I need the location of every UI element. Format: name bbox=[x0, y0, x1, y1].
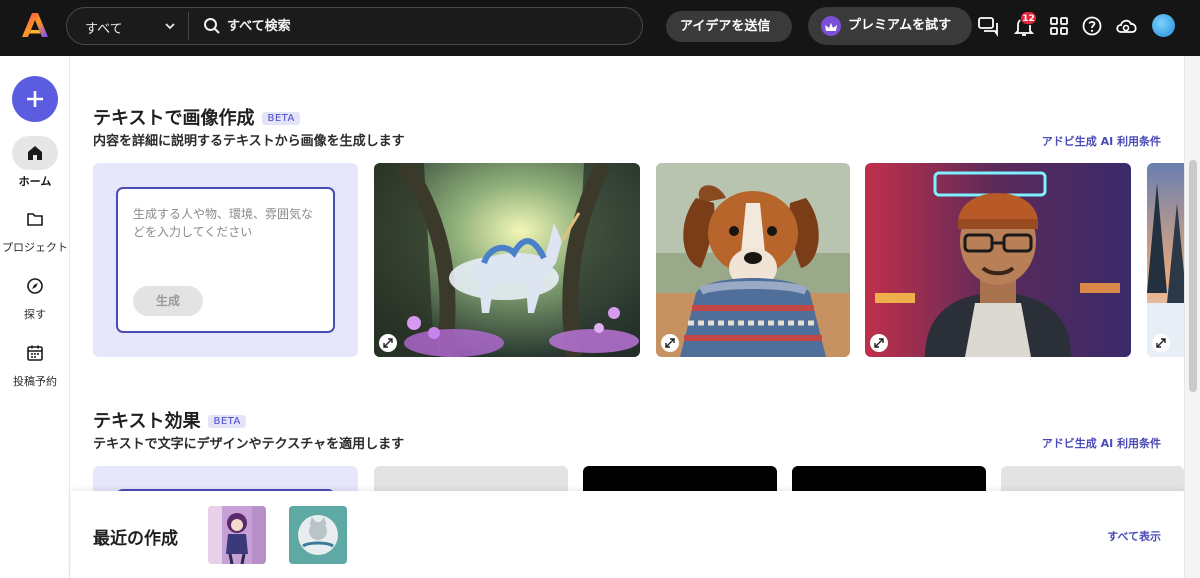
left-sidebar: ホーム プロジェクト 探す 投稿予約 bbox=[0, 56, 70, 578]
text-to-image-title: テキストで画像作成 BETA bbox=[93, 104, 300, 130]
prompt-box: 生成 bbox=[116, 187, 335, 333]
recent-title: 最近の作成 bbox=[93, 529, 178, 549]
sidebar-item-label: プロジェクト bbox=[2, 241, 68, 254]
sidebar-item-label: 探す bbox=[24, 308, 46, 321]
search-bar: すべて bbox=[66, 7, 643, 45]
dog-in-sweater-image bbox=[656, 163, 850, 357]
prompt-input[interactable] bbox=[133, 205, 323, 265]
search-input[interactable] bbox=[227, 13, 627, 39]
sample-image-unicorn[interactable] bbox=[374, 163, 640, 357]
create-new-button[interactable] bbox=[12, 76, 58, 122]
crown-icon bbox=[821, 16, 841, 36]
section-title: テキスト効果 bbox=[93, 411, 201, 432]
chevron-down-icon[interactable] bbox=[163, 19, 177, 33]
premium-label: プレミアムを試す bbox=[848, 18, 952, 33]
adobe-express-logo[interactable] bbox=[22, 12, 48, 38]
sidebar-item-discover[interactable]: 探す bbox=[0, 269, 70, 322]
recent-item[interactable] bbox=[208, 506, 266, 564]
search-divider bbox=[188, 12, 189, 40]
search-scope-select[interactable]: すべて bbox=[85, 18, 123, 37]
section-title: テキストで画像作成 bbox=[93, 108, 255, 129]
sidebar-item-label: ホーム bbox=[18, 175, 52, 188]
gen-ai-terms-link[interactable]: アドビ生成 AI 利用条件 bbox=[1042, 435, 1161, 451]
prompt-card: 生成 bbox=[93, 163, 358, 357]
anime-girl-thumbnail bbox=[208, 506, 266, 564]
sidebar-item-label: 投稿予約 bbox=[13, 375, 57, 388]
calendar-icon bbox=[12, 336, 58, 370]
expand-icon[interactable] bbox=[379, 334, 397, 352]
notification-badge: 12 bbox=[1020, 11, 1037, 25]
beta-badge: BETA bbox=[262, 112, 300, 125]
creative-cloud-icon[interactable] bbox=[1114, 15, 1140, 37]
sidebar-item-home[interactable]: ホーム bbox=[0, 136, 70, 189]
cat-sticker-thumbnail bbox=[289, 506, 347, 564]
generate-button[interactable]: 生成 bbox=[133, 286, 203, 316]
folder-icon bbox=[12, 202, 58, 236]
sample-image-snow[interactable] bbox=[1147, 163, 1184, 357]
scrollbar-thumb[interactable] bbox=[1189, 160, 1197, 392]
text-effects-title: テキスト効果 BETA bbox=[93, 407, 246, 433]
sample-image-man[interactable] bbox=[865, 163, 1131, 357]
sidebar-item-projects[interactable]: プロジェクト bbox=[0, 202, 70, 255]
home-icon bbox=[12, 136, 58, 170]
try-premium-button[interactable]: プレミアムを試す bbox=[808, 7, 972, 45]
top-bar: すべて アイデアを送信 プレミアムを試す 12 bbox=[0, 0, 1200, 56]
compass-icon bbox=[12, 269, 58, 303]
text-effects-subtitle: テキストで文字にデザインやテクスチャを適用します bbox=[93, 437, 405, 452]
beta-badge: BETA bbox=[208, 415, 246, 428]
recent-creations-bar: 最近の作成 すべて表示 bbox=[71, 491, 1184, 578]
plus-icon bbox=[27, 91, 43, 107]
help-icon[interactable] bbox=[1081, 15, 1103, 37]
show-all-link[interactable]: すべて表示 bbox=[1107, 528, 1161, 544]
scrollbar[interactable] bbox=[1184, 56, 1200, 578]
send-idea-button[interactable]: アイデアを送信 bbox=[666, 11, 792, 42]
man-in-beanie-image bbox=[865, 163, 1131, 357]
unicorn-forest-image bbox=[374, 163, 640, 357]
sample-image-dog[interactable] bbox=[656, 163, 850, 357]
gen-ai-terms-link[interactable]: アドビ生成 AI 利用条件 bbox=[1042, 133, 1161, 149]
snowy-forest-image bbox=[1147, 163, 1184, 357]
chat-icon[interactable] bbox=[977, 15, 999, 37]
expand-icon[interactable] bbox=[1152, 334, 1170, 352]
search-icon bbox=[204, 18, 220, 34]
text-to-image-subtitle: 内容を詳細に説明するテキストから画像を生成します bbox=[93, 134, 405, 149]
user-avatar[interactable] bbox=[1152, 14, 1175, 37]
expand-icon[interactable] bbox=[870, 334, 888, 352]
expand-icon[interactable] bbox=[661, 334, 679, 352]
apps-grid-icon[interactable] bbox=[1048, 15, 1070, 37]
sidebar-item-schedule[interactable]: 投稿予約 bbox=[0, 336, 70, 389]
recent-item[interactable] bbox=[289, 506, 347, 564]
